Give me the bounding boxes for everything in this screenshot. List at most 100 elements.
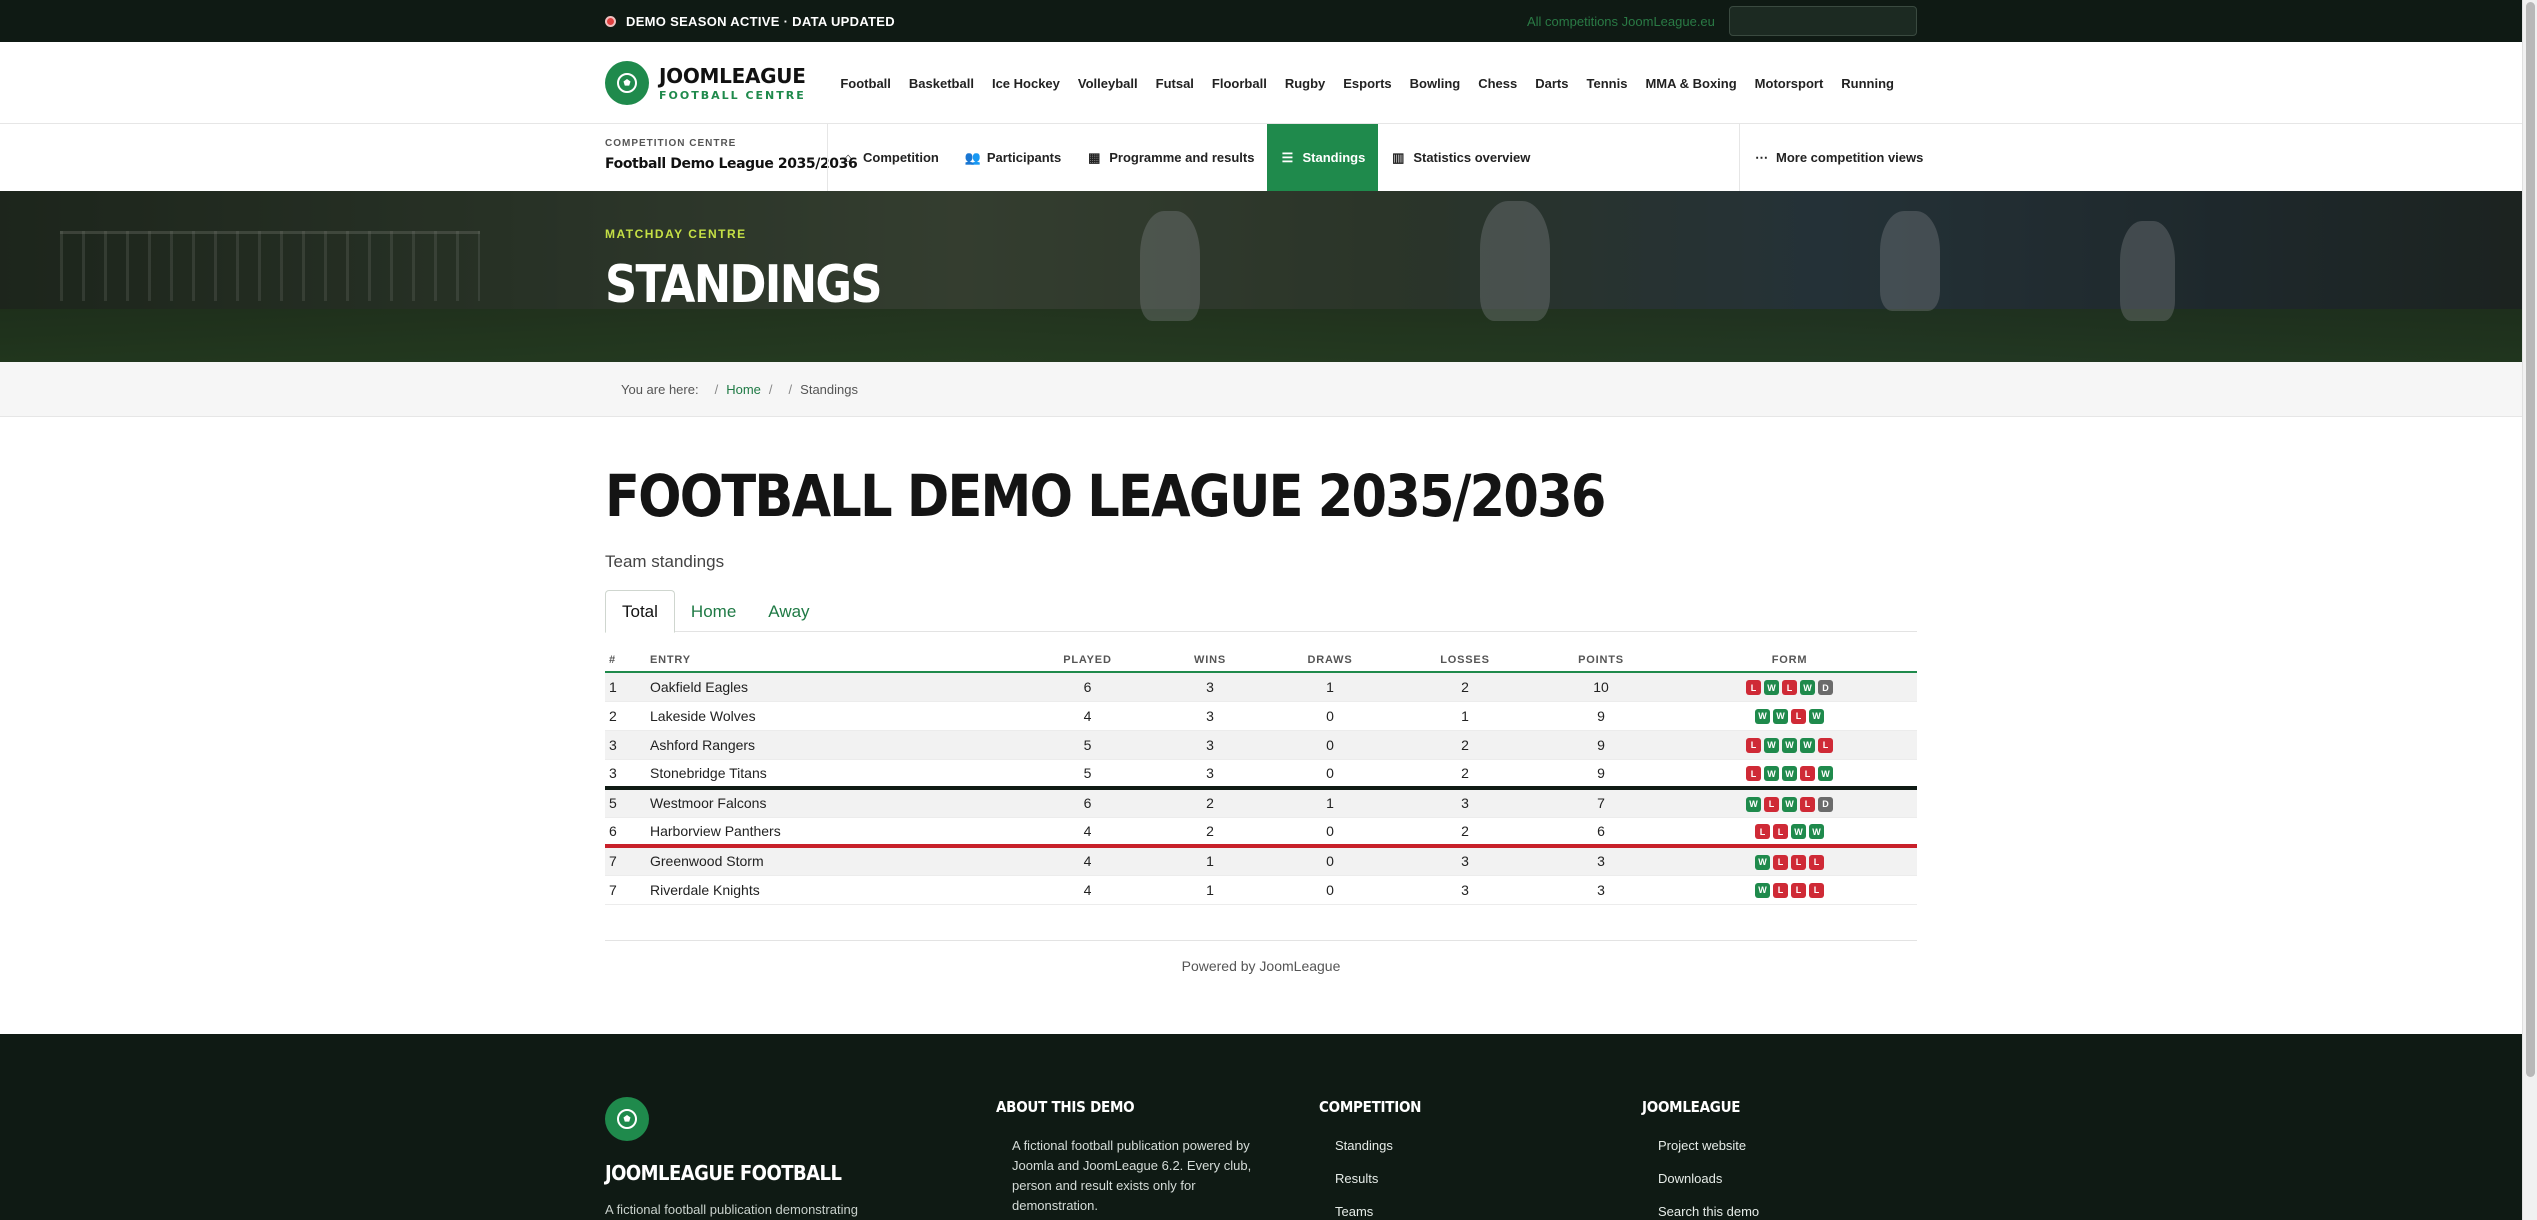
more-competition-views-button[interactable]: ⋯ More competition views [1755,124,1923,191]
team-name[interactable]: Oakfield Eagles [650,672,1025,702]
nav-item-esports[interactable]: Esports [1343,76,1391,91]
col-wins[interactable]: WINS [1150,648,1270,673]
tab-away[interactable]: Away [752,590,825,633]
table-row[interactable]: 3 Stonebridge Titans 5 3 0 2 9 L W W L W [605,759,1917,790]
table-row[interactable]: 3 Ashford Rangers 5 3 0 2 9 L W W W L [605,730,1917,760]
col-points[interactable]: POINTS [1540,648,1662,673]
points-cell: 3 [1540,846,1662,876]
tab-standings[interactable]: ☰ Standings [1267,124,1379,191]
team-name[interactable]: Ashford Rangers [650,730,1025,760]
team-name[interactable]: Lakeside Wolves [650,701,1025,731]
tab-total[interactable]: Total [605,590,675,633]
tab-competition[interactable]: ⌂ Competition [828,124,952,191]
nav-item-floorball[interactable]: Floorball [1212,76,1267,91]
tab-programme-results[interactable]: ▦ Programme and results [1074,124,1267,191]
brand-sub: FOOTBALL CENTRE [659,89,806,102]
form-badge: L [1773,854,1788,870]
footer-link-search-demo[interactable]: Search this demo [1658,1195,1759,1220]
points-cell: 3 [1540,875,1662,905]
nav-item-futsal[interactable]: Futsal [1156,76,1194,91]
nav-item-football[interactable]: Football [840,76,891,91]
table-row[interactable]: 6 Harborview Panthers 4 2 0 2 6 L L W W [605,817,1917,848]
page-scrollbar[interactable] [2522,0,2537,1220]
form-badge: W [1800,737,1815,753]
draws-cell: 0 [1270,701,1390,731]
team-name[interactable]: Riverdale Knights [650,875,1025,905]
footer-link-teams[interactable]: Teams [1335,1195,1433,1220]
brand-name: JOOMLEAGUE [659,64,806,88]
table-row[interactable]: 2 Lakeside Wolves 4 3 0 1 9 W W L W [605,701,1917,731]
tab-label: Competition [863,150,939,165]
nav-item-darts[interactable]: Darts [1535,76,1568,91]
form-cell: WLLL [1662,846,1917,876]
nav-item-bowling[interactable]: Bowling [1410,76,1461,91]
site-logo[interactable]: JOOMLEAGUE FOOTBALL CENTRE [605,61,806,105]
nav-item-rugby[interactable]: Rugby [1285,76,1325,91]
footer-brand: JOOMLEAGUE FOOTBALL [605,1161,842,1185]
form-cell: WLWLD [1662,788,1917,818]
tab-statistics-overview[interactable]: ▥ Statistics overview [1378,124,1543,191]
col-losses[interactable]: LOSSES [1390,648,1540,673]
competition-info: COMPETITION CENTRE Football Demo League … [605,138,858,172]
col-played[interactable]: PLAYED [1025,648,1150,673]
played-cell: 4 [1025,846,1150,876]
form-cell: LWWLW [1662,759,1917,790]
wins-cell: 3 [1150,672,1270,702]
top-search-input[interactable] [1729,6,1917,36]
footer-link-standings[interactable]: Standings [1335,1129,1433,1162]
draws-cell: 0 [1270,846,1390,876]
form-badges: LLWW [1755,824,1824,840]
form-badge: W [1764,680,1779,696]
competition-label: COMPETITION CENTRE [605,138,737,149]
table-header-row: # ENTRY PLAYED WINS DRAWS LOSSES POINTS … [605,648,1917,673]
form-badge: W [1764,766,1779,782]
nav-item-motorsport[interactable]: Motorsport [1755,76,1824,91]
breadcrumb: You are here: / Home / / Standings [0,362,2522,417]
form-cell: WLLL [1662,875,1917,905]
form-badge: L [1773,882,1788,898]
footer-description: A fictional football publication demonst… [605,1202,858,1217]
nav-item-running[interactable]: Running [1841,76,1894,91]
tab-home[interactable]: Home [675,590,752,633]
team-name[interactable]: Westmoor Falcons [650,788,1025,818]
footer-link-downloads[interactable]: Downloads [1658,1162,1759,1195]
form-badges: LWWWL [1746,737,1833,753]
nav-item-basketball[interactable]: Basketball [909,76,974,91]
losses-cell: 3 [1390,846,1540,876]
col-rank[interactable]: # [605,648,650,673]
form-badge: W [1773,708,1788,724]
tab-participants[interactable]: 👥 Participants [952,124,1074,191]
form-badge: D [1818,680,1833,696]
form-badge: L [1773,824,1788,840]
wins-cell: 3 [1150,730,1270,760]
rank-cell: 6 [605,817,650,848]
footer-link-project-website[interactable]: Project website [1658,1129,1759,1162]
played-cell: 5 [1025,730,1150,760]
team-name[interactable]: Harborview Panthers [650,817,1025,848]
points-cell: 9 [1540,701,1662,731]
footer-link-results[interactable]: Results [1335,1162,1433,1195]
col-entry[interactable]: ENTRY [650,648,1025,673]
breadcrumb-home-link[interactable]: Home [726,382,761,397]
form-badge: W [1782,766,1797,782]
form-cell: WWLW [1662,701,1917,731]
table-row[interactable]: 7 Greenwood Storm 4 1 0 3 3 W L L L [605,846,1917,876]
wins-cell: 1 [1150,875,1270,905]
nav-item-tennis[interactable]: Tennis [1587,76,1628,91]
team-name[interactable]: Greenwood Storm [650,846,1025,876]
nav-item-ice-hockey[interactable]: Ice Hockey [992,76,1060,91]
breadcrumb-separator: / [714,382,719,397]
table-row[interactable]: 7 Riverdale Knights 4 1 0 3 3 W L L L [605,875,1917,905]
col-draws[interactable]: DRAWS [1270,648,1390,673]
team-name[interactable]: Stonebridge Titans [650,759,1025,790]
scrollbar-thumb[interactable] [2526,2,2535,1077]
page-title: FOOTBALL DEMO LEAGUE 2035/2036 [605,462,1606,530]
nav-item-volleyball[interactable]: Volleyball [1078,76,1138,91]
nav-item-chess[interactable]: Chess [1478,76,1517,91]
table-row[interactable]: 5 Westmoor Falcons 6 2 1 3 7 W L W L D [605,788,1917,818]
nav-item-mma-boxing[interactable]: MMA & Boxing [1645,76,1736,91]
chart-icon: ▥ [1392,149,1405,165]
points-cell: 9 [1540,759,1662,790]
table-row[interactable]: 1 Oakfield Eagles 6 3 1 2 10 L W L W D [605,672,1917,702]
all-competitions-link[interactable]: All competitions JoomLeague.eu [1527,0,1715,42]
